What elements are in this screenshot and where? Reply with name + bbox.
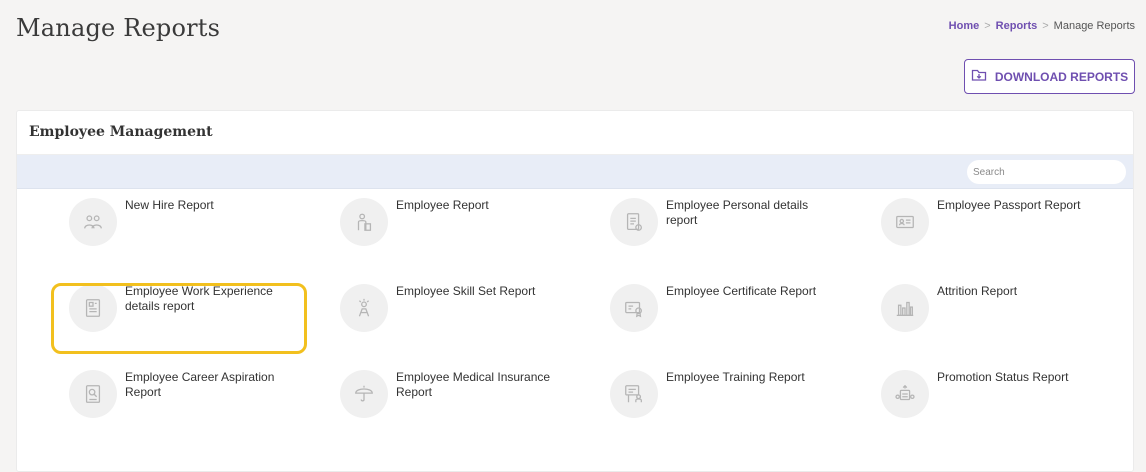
report-label: Employee Work Experience details report (125, 284, 273, 313)
report-new-hire[interactable]: New Hire Report (54, 190, 294, 250)
work-experience-icon (69, 284, 117, 332)
breadcrumb-reports[interactable]: Reports (996, 20, 1038, 32)
search-input[interactable] (967, 160, 1126, 184)
report-attrition[interactable]: Attrition Report (866, 276, 1106, 336)
employee-icon (340, 198, 388, 246)
attrition-chart-icon (881, 284, 929, 332)
medical-insurance-icon (340, 370, 388, 418)
promotion-status-icon (881, 370, 929, 418)
report-training[interactable]: Employee Training Report (595, 362, 835, 422)
report-personal-details[interactable]: Employee Personal details report (595, 190, 835, 250)
section-title: Employee Management (17, 111, 1133, 155)
breadcrumb-current: Manage Reports (1053, 20, 1135, 32)
report-promotion-status[interactable]: Promotion Status Report (866, 362, 1106, 422)
new-hire-icon (69, 198, 117, 246)
skill-set-icon (340, 284, 388, 332)
report-employee[interactable]: Employee Report (325, 190, 565, 250)
breadcrumb-separator: > (1042, 20, 1049, 32)
report-label: Employee Skill Set Report (396, 284, 536, 298)
report-label: Promotion Status Report (937, 370, 1069, 384)
page-title: Manage Reports (16, 14, 221, 42)
report-label: Attrition Report (937, 284, 1018, 298)
breadcrumb: Home > Reports > Manage Reports (949, 20, 1135, 32)
breadcrumb-home[interactable]: Home (949, 20, 980, 32)
report-label: Employee Report (396, 198, 489, 212)
employee-management-card: Employee Management New Hire Report Empl… (16, 110, 1134, 472)
report-label: Employee Certificate Report (666, 284, 817, 298)
report-career-aspiration[interactable]: Employee Career Aspiration Report (54, 362, 294, 422)
report-label: New Hire Report (125, 198, 214, 212)
personal-details-icon (610, 198, 658, 246)
search-bar (17, 155, 1133, 189)
report-label: Employee Personal details report (666, 198, 809, 227)
career-aspiration-icon (69, 370, 117, 418)
report-label: Employee Career Aspiration Report (125, 370, 275, 399)
report-label: Employee Medical Insurance Report (396, 370, 551, 399)
training-icon (610, 370, 658, 418)
report-certificate[interactable]: Employee Certificate Report (595, 276, 835, 336)
report-medical-insurance[interactable]: Employee Medical Insurance Report (325, 362, 565, 422)
breadcrumb-separator: > (984, 20, 991, 32)
download-reports-label: DOWNLOAD REPORTS (994, 69, 1129, 84)
report-passport[interactable]: Employee Passport Report (866, 190, 1106, 250)
passport-icon (881, 198, 929, 246)
report-work-experience[interactable]: Employee Work Experience details report (54, 276, 294, 336)
download-reports-button[interactable]: DOWNLOAD REPORTS (964, 59, 1135, 94)
report-skill-set[interactable]: Employee Skill Set Report (325, 276, 565, 336)
certificate-icon (610, 284, 658, 332)
folder-download-icon (971, 67, 987, 86)
report-label: Employee Training Report (666, 370, 805, 384)
report-label: Employee Passport Report (937, 198, 1081, 212)
